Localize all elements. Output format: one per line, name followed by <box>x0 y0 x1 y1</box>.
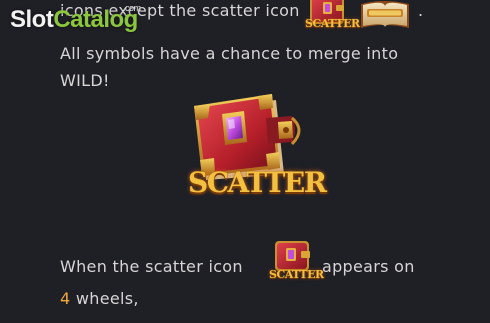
paytable-line-4-before: When the scatter icon <box>60 257 243 276</box>
paytable-line-1-suffix: . <box>418 1 424 20</box>
paytable-line-4-after: appears on <box>322 257 415 276</box>
feature-book-icon <box>357 0 413 36</box>
paytable-line-4: When the scatter icon <box>60 257 243 276</box>
scatter-book-large-icon: SCATTER <box>180 88 327 208</box>
scatter-small-label-1: SCATTER <box>305 17 360 30</box>
slotcatalog-watermark: SlotCatalog .com <box>10 3 141 34</box>
watermark-slot-text: Slot <box>10 6 54 33</box>
scatter-book-icon: SCATTER <box>301 0 360 36</box>
watermark-com-text: .com <box>123 3 141 13</box>
scatter-large-label: SCATTER <box>188 166 327 199</box>
wheel-count-number: 4 <box>60 289 71 308</box>
paytable-line-3: WILD! <box>60 71 110 90</box>
paytable-line-2: All symbols have a chance to merge into <box>60 44 399 63</box>
scatter-book-inline-icon: SCATTER <box>268 238 324 286</box>
paytable-line-5: 4 wheels, <box>60 289 139 308</box>
paytable-line-5-text: wheels, <box>75 289 139 308</box>
scatter-small-label-2: SCATTER <box>269 268 324 281</box>
